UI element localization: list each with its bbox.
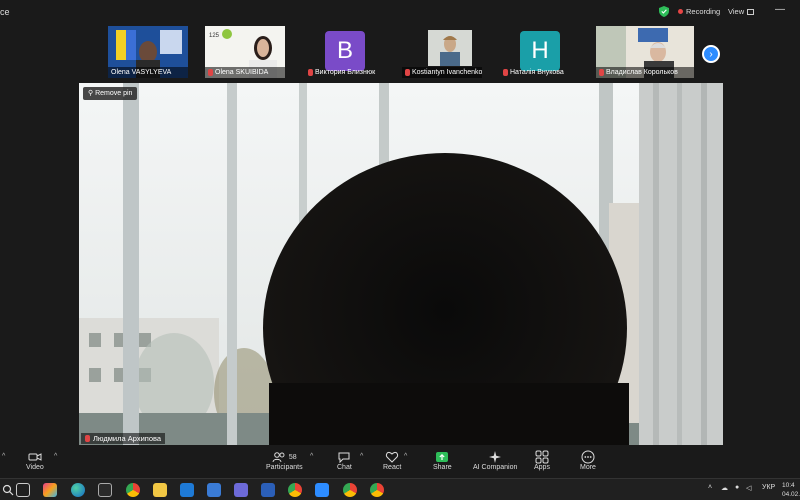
mic-muted-icon: [85, 435, 90, 442]
view-label: View: [728, 7, 745, 16]
video-button[interactable]: Video: [26, 450, 44, 471]
ai-companion-button[interactable]: AI Companion: [473, 450, 517, 471]
participants-label: Participants: [266, 464, 303, 471]
participant-avatar: B: [325, 31, 365, 71]
file-explorer-icon[interactable]: [153, 483, 167, 497]
speaker-video-feed: [79, 83, 723, 445]
more-button[interactable]: More: [580, 450, 596, 471]
clock-date: 04.02.: [782, 491, 800, 498]
svg-text:125: 125: [209, 33, 220, 39]
recording-dot-icon: [678, 9, 683, 14]
more-icon: [581, 450, 595, 464]
shield-icon[interactable]: [659, 6, 669, 17]
save-app-icon[interactable]: [234, 483, 248, 497]
mic-muted-icon: [503, 69, 508, 76]
chevron-up-icon[interactable]: ˄: [708, 484, 712, 491]
apps-icon: [535, 450, 549, 464]
task-view-icon[interactable]: [16, 483, 30, 497]
volume-icon[interactable]: ◁: [746, 484, 751, 492]
meeting-top-bar: ce Recording View —: [0, 0, 800, 22]
chat-options-caret[interactable]: ^: [360, 453, 363, 460]
more-label: More: [580, 464, 596, 471]
calculator-icon[interactable]: [207, 483, 221, 497]
participant-name-label: Olena VASYLYEVA: [108, 67, 188, 78]
mic-muted-icon: [308, 69, 313, 76]
participant-avatar: H: [520, 31, 560, 71]
participant-name-label: Виктория Близнюк: [305, 67, 385, 78]
video-camera-icon: [28, 453, 42, 461]
participant-tile[interactable]: Владислав Корольков: [596, 26, 694, 78]
chat-button[interactable]: Chat: [337, 450, 352, 471]
minimize-button[interactable]: —: [775, 4, 785, 15]
copilot-icon[interactable]: [43, 483, 57, 497]
participant-name-label: Olena SKUIBIDA: [205, 67, 285, 78]
store-icon[interactable]: [98, 483, 112, 497]
participants-icon: [272, 452, 285, 463]
mail-icon[interactable]: [180, 483, 194, 497]
clock-time: 10:4: [782, 482, 795, 489]
chrome-icon[interactable]: [370, 483, 384, 497]
pin-icon: ⚲: [88, 90, 94, 97]
participant-tile[interactable]: Olena VASYLYEVA: [108, 26, 188, 78]
react-options-caret[interactable]: ^: [404, 453, 407, 460]
participant-tile[interactable]: H Наталія Внукова: [500, 26, 580, 78]
clock[interactable]: 10:4 04.02.: [782, 481, 800, 499]
window-title: ce: [0, 7, 10, 17]
participant-strip: Olena VASYLYEVA 125 Olena SKUIBIDA B Вик…: [0, 24, 800, 82]
participant-tile[interactable]: 125 Olena SKUIBIDA: [205, 26, 285, 78]
cloud-icon[interactable]: ☁: [721, 484, 728, 492]
remove-pin-button[interactable]: ⚲ Remove pin: [83, 87, 138, 100]
audio-options-caret[interactable]: ^: [2, 453, 5, 460]
recording-indicator[interactable]: Recording: [678, 7, 720, 16]
react-button[interactable]: React: [383, 450, 401, 471]
react-label: React: [383, 464, 402, 471]
search-icon[interactable]: [2, 484, 14, 496]
chrome-icon[interactable]: [343, 483, 357, 497]
participant-tile[interactable]: B Виктория Близнюк: [305, 26, 385, 78]
apps-button[interactable]: Apps: [534, 450, 550, 471]
pinned-video[interactable]: ⚲ Remove pin Людмила Архипова: [79, 83, 723, 445]
chat-label: Chat: [337, 464, 352, 471]
chat-icon: [338, 452, 350, 464]
participants-button[interactable]: 58 Participants: [266, 450, 303, 471]
word-icon[interactable]: [261, 483, 275, 497]
chrome-icon[interactable]: [288, 483, 302, 497]
participants-count: 58: [288, 453, 297, 461]
mic-muted-icon: [208, 69, 213, 76]
participant-name-label: Владислав Корольков: [596, 67, 694, 78]
chrome-icon[interactable]: [126, 483, 140, 497]
windows-taskbar: ˄ ☁ ● ◁ УКР 10:4 04.02.: [0, 478, 800, 500]
sparkle-icon: [489, 451, 502, 463]
share-label: Share: [433, 464, 452, 471]
share-button[interactable]: Share: [433, 450, 452, 471]
recording-label: Recording: [686, 7, 721, 16]
microphone-icon[interactable]: ●: [735, 484, 739, 491]
apps-label: Apps: [534, 464, 550, 471]
remove-pin-label: Remove pin: [95, 90, 133, 97]
language-indicator[interactable]: УКР: [762, 484, 775, 491]
ai-companion-label: AI Companion: [473, 464, 518, 471]
view-button[interactable]: View: [728, 7, 755, 16]
edge-browser-icon[interactable]: [71, 483, 85, 497]
speaker-name-label: Людмила Архипова: [81, 433, 166, 444]
participant-tile[interactable]: Kostiantyn Ivanchenko: [402, 26, 482, 78]
video-label: Video: [26, 464, 44, 471]
video-options-caret[interactable]: ^: [54, 453, 57, 460]
participant-name-label: Kostiantyn Ivanchenko: [402, 67, 482, 78]
mic-muted-icon: [599, 69, 604, 76]
zoom-icon[interactable]: [315, 483, 329, 497]
mic-muted-icon: [405, 69, 410, 76]
heart-icon: [386, 451, 399, 463]
share-screen-icon: [436, 452, 449, 462]
grid-icon: [747, 8, 755, 15]
participant-name-label: Наталія Внукова: [500, 67, 580, 78]
meeting-toolbar: ^ Video ^ 58 Participants ^ Chat ^ React…: [0, 447, 800, 477]
participants-options-caret[interactable]: ^: [310, 453, 313, 460]
chevron-right-icon[interactable]: ›: [702, 45, 720, 63]
